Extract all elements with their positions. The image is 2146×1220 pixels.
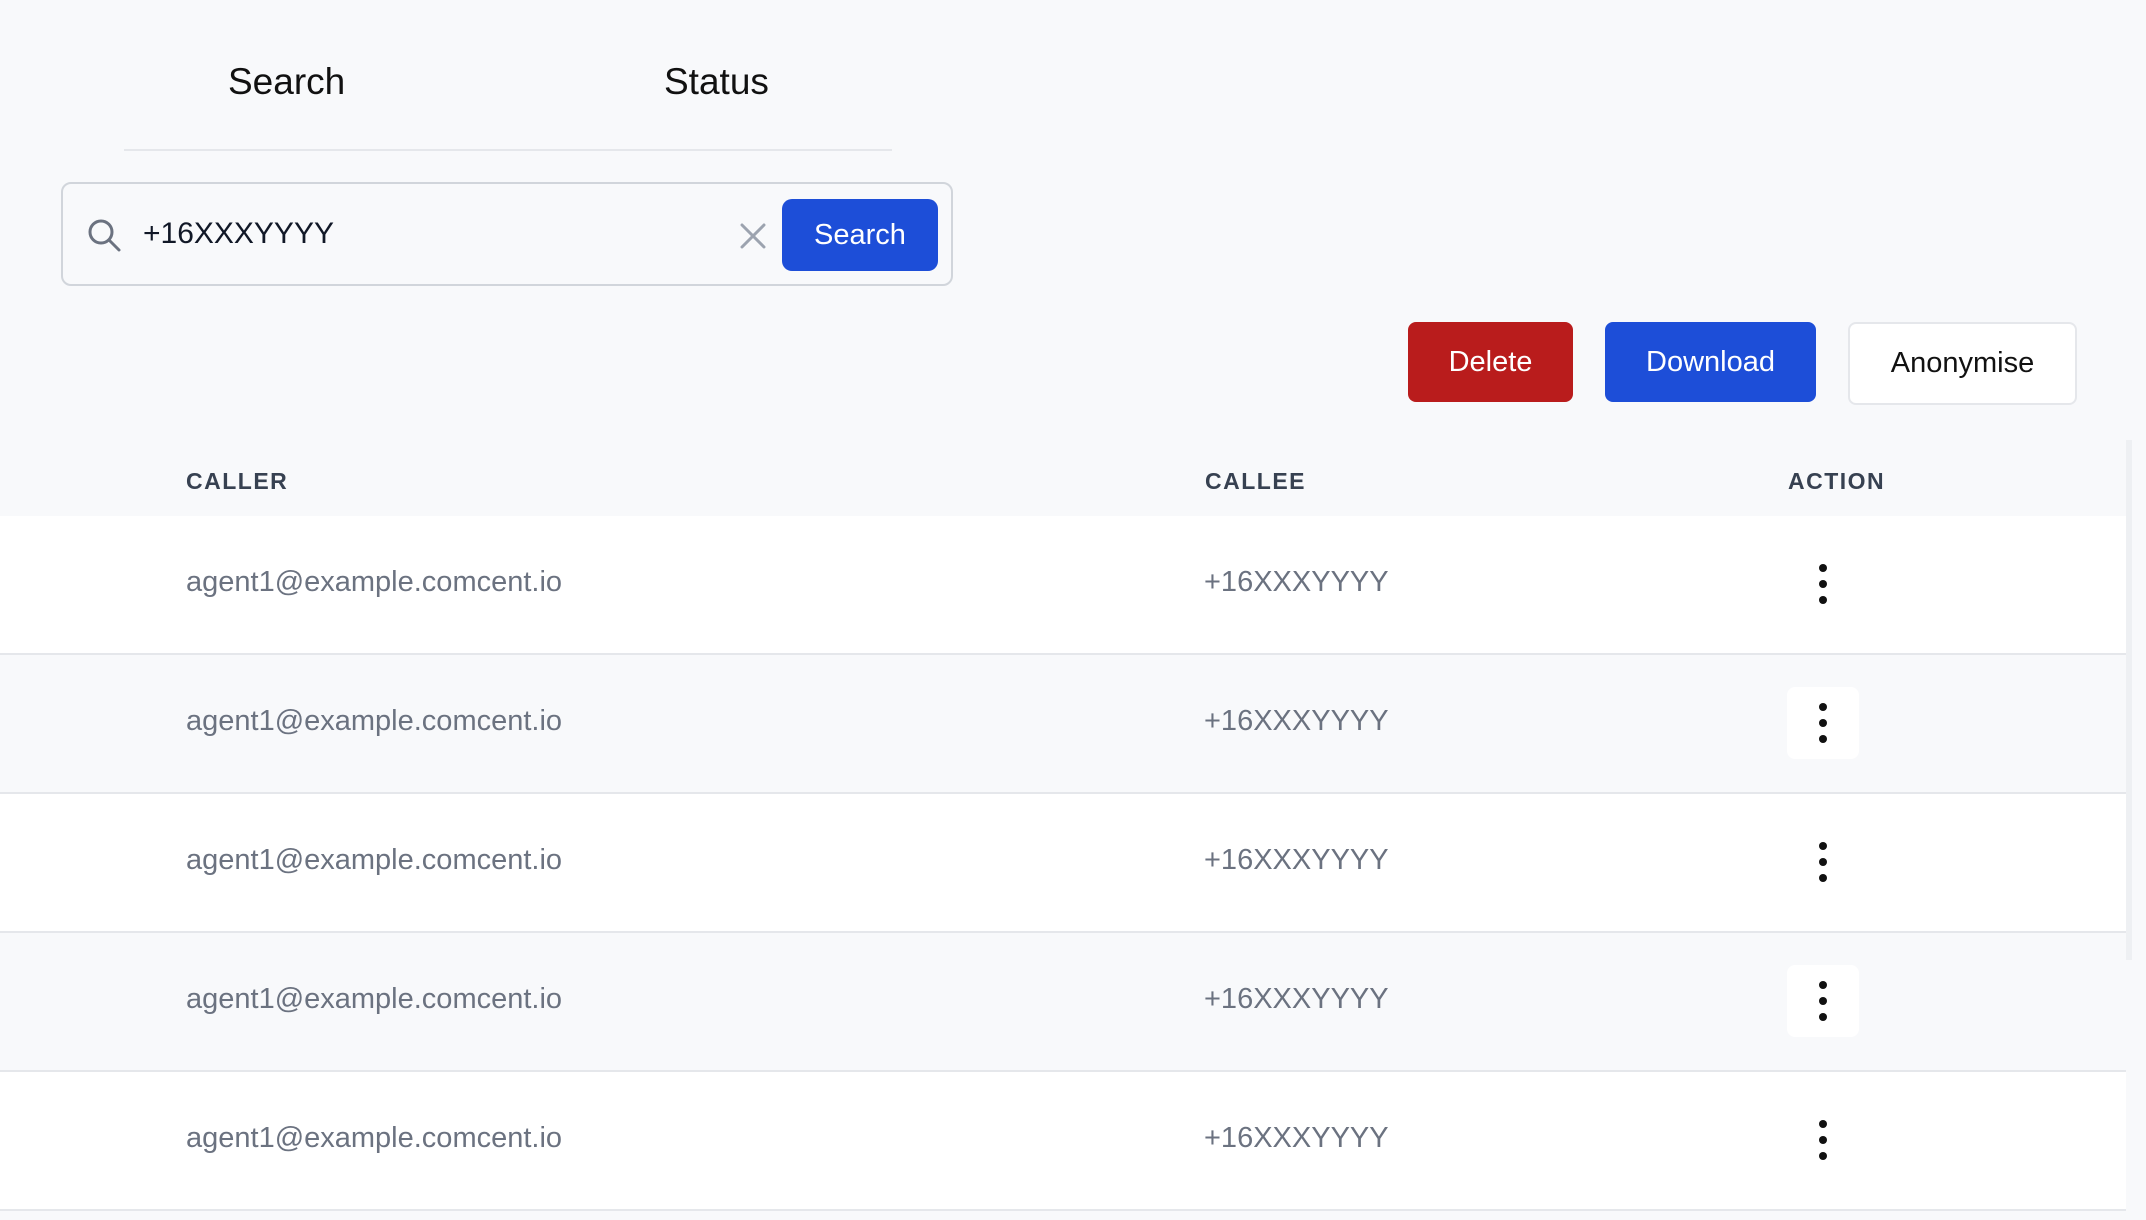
callee-cell: +16XXXYYYY — [1204, 983, 1389, 1015]
tab-bar: Search Status — [124, 0, 892, 151]
column-header-action: ACTION — [1788, 468, 1886, 494]
search-input[interactable] — [143, 204, 773, 264]
table-row: agent1@example.comcent.io +16XXXYYYY — [0, 516, 2126, 655]
delete-button[interactable]: Delete — [1408, 322, 1573, 402]
caller-cell: agent1@example.comcent.io — [186, 983, 563, 1015]
kebab-menu-icon[interactable] — [1787, 548, 1859, 620]
caller-cell: agent1@example.comcent.io — [186, 705, 563, 737]
tab-status[interactable]: Status — [664, 60, 769, 104]
search-button[interactable]: Search — [782, 199, 938, 271]
table-row: agent1@example.comcent.io +16XXXYYYY — [0, 794, 2126, 933]
tab-search[interactable]: Search — [228, 60, 345, 104]
table-header: CALLER CALLEE ACTION — [0, 440, 2126, 516]
callee-cell: +16XXXYYYY — [1204, 1122, 1389, 1154]
callee-cell: +16XXXYYYY — [1204, 705, 1389, 737]
column-header-caller: CALLER — [186, 468, 289, 494]
scrollbar[interactable] — [2126, 440, 2132, 960]
table-row: agent1@example.comcent.io +16XXXYYYY — [0, 655, 2126, 794]
kebab-menu-icon[interactable] — [1787, 687, 1859, 759]
callee-cell: +16XXXYYYY — [1204, 844, 1389, 876]
column-header-callee: CALLEE — [1205, 468, 1306, 494]
close-icon[interactable] — [737, 220, 769, 252]
search-bar: Search — [61, 182, 953, 286]
kebab-menu-icon[interactable] — [1787, 1104, 1859, 1176]
calls-table: CALLER CALLEE ACTION agent1@example.comc… — [0, 440, 2126, 1211]
kebab-menu-icon[interactable] — [1787, 965, 1859, 1037]
caller-cell: agent1@example.comcent.io — [186, 1122, 563, 1154]
caller-cell: agent1@example.comcent.io — [186, 566, 563, 598]
kebab-menu-icon[interactable] — [1787, 826, 1859, 898]
table-row: agent1@example.comcent.io +16XXXYYYY — [0, 1072, 2126, 1211]
download-button[interactable]: Download — [1605, 322, 1816, 402]
callee-cell: +16XXXYYYY — [1204, 566, 1389, 598]
search-icon — [85, 216, 125, 256]
table-row: agent1@example.comcent.io +16XXXYYYY — [0, 933, 2126, 1072]
caller-cell: agent1@example.comcent.io — [186, 844, 563, 876]
anonymise-button[interactable]: Anonymise — [1848, 322, 2077, 405]
